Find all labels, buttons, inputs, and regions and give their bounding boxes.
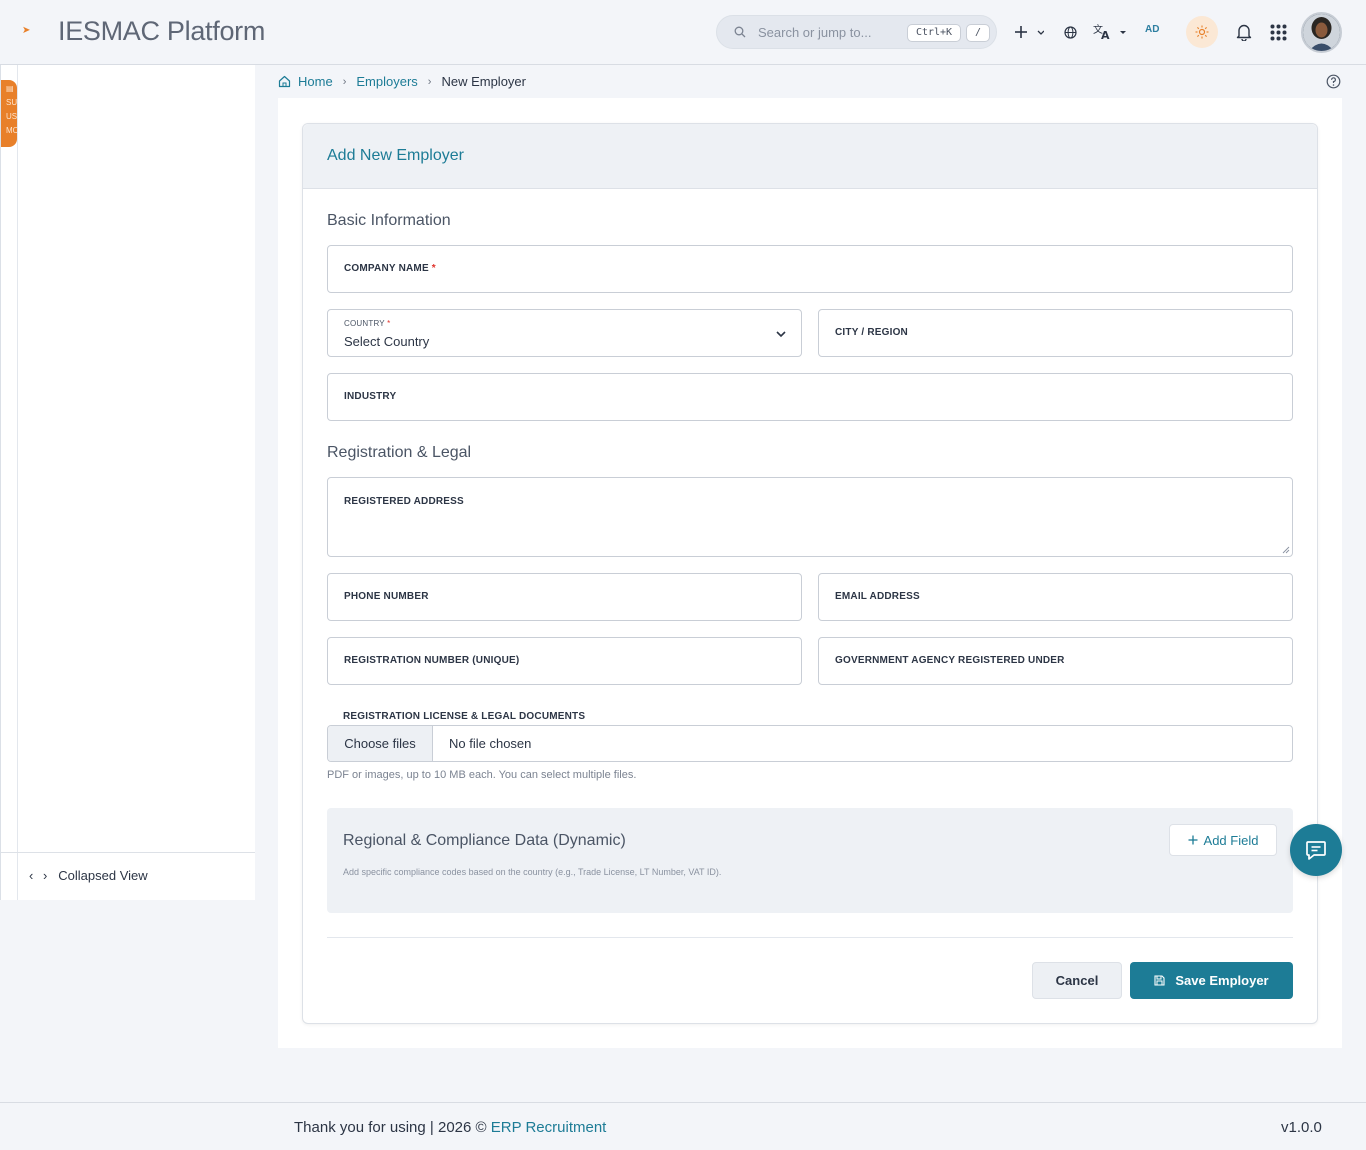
add-field-button[interactable]: Add Field <box>1169 824 1277 856</box>
app-version: v1.0.0 <box>1281 1119 1322 1136</box>
chat-icon <box>1306 841 1326 860</box>
resize-handle-icon[interactable] <box>1282 546 1290 554</box>
shortcut-ctrl-k: Ctrl+K <box>907 24 961 42</box>
sidebar-tab-text: US <box>6 112 17 121</box>
footer-link[interactable]: ERP Recruitment <box>491 1119 607 1136</box>
registration-number-label: REGISTRATION NUMBER (UNIQUE) <box>344 655 520 666</box>
city-region-label: CITY / REGION <box>835 327 908 338</box>
save-employer-button[interactable]: Save Employer <box>1130 962 1293 999</box>
sidebar-divider <box>1 852 255 853</box>
company-name-label: COMPANY NAME * <box>344 263 436 274</box>
notifications-button[interactable] <box>1232 20 1256 44</box>
breadcrumb-employers[interactable]: Employers <box>356 74 417 89</box>
section-registration-legal: Registration & Legal <box>327 444 472 461</box>
company-name-field[interactable]: COMPANY NAME * <box>327 245 1293 293</box>
choose-files-button[interactable]: Choose files <box>328 726 433 761</box>
search-icon <box>734 26 746 38</box>
section-basic-information: Basic Information <box>327 212 451 229</box>
save-icon <box>1154 975 1165 986</box>
government-agency-field[interactable]: GOVERNMENT AGENCY REGISTERED UNDER <box>818 637 1293 685</box>
plus-icon <box>1015 26 1044 38</box>
sun-icon <box>1195 25 1209 39</box>
compliance-title: Regional & Compliance Data (Dynamic) <box>343 832 626 849</box>
sidebar-tab-text: MC <box>6 126 17 135</box>
save-employer-label: Save Employer <box>1175 973 1269 988</box>
breadcrumb: Home › Employers › New Employer <box>278 74 526 89</box>
city-region-field[interactable]: CITY / REGION <box>818 309 1293 357</box>
government-agency-label: GOVERNMENT AGENCY REGISTERED UNDER <box>835 655 1065 666</box>
collapse-label: Collapsed View <box>58 868 148 883</box>
sidebar-quick-tab[interactable]: ▤ SU US MC <box>1 80 17 147</box>
chevron-right-icon: › <box>427 75 432 88</box>
email-address-field[interactable]: EMAIL ADDRESS <box>818 573 1293 621</box>
theme-toggle-button[interactable] <box>1186 16 1218 48</box>
top-header: ➤ IESMAC Platform Search or jump to... C… <box>0 0 1366 65</box>
breadcrumb-current: New Employer <box>441 74 526 89</box>
email-address-label: EMAIL ADDRESS <box>835 591 920 602</box>
apps-menu-button[interactable] <box>1266 20 1290 44</box>
logo-icon[interactable]: ➤ <box>22 26 32 36</box>
sidebar: ▤ SU US MC ‹ › Collapsed View <box>0 65 255 900</box>
translate-button[interactable]: 文A <box>1092 20 1128 44</box>
registration-number-field[interactable]: REGISTRATION NUMBER (UNIQUE) <box>327 637 802 685</box>
employer-form-card: Add New Employer Basic Information COMPA… <box>302 123 1318 1024</box>
shortcut-slash: / <box>966 24 990 42</box>
sidebar-tab-icon: ▤ <box>6 84 14 93</box>
page-footer: Thank you for using | 2026 © ERP Recruit… <box>0 1102 1366 1150</box>
collapse-view-toggle[interactable]: ‹ › Collapsed View <box>29 868 148 883</box>
chat-button[interactable] <box>1290 824 1342 876</box>
phone-number-label: PHONE NUMBER <box>344 591 429 602</box>
svg-text:A: A <box>1101 29 1110 40</box>
footer-text: Thank you for using | 2026 © ERP Recruit… <box>294 1119 607 1136</box>
user-avatar-icon <box>1303 14 1340 51</box>
industry-field[interactable]: INDUSTRY <box>327 373 1293 421</box>
plus-icon <box>1188 835 1198 845</box>
user-initials-badge[interactable]: AD <box>1145 24 1159 35</box>
file-upload-input[interactable]: Choose files No file chosen <box>327 725 1293 762</box>
search-input[interactable]: Search or jump to... <box>758 25 871 40</box>
file-status-text: No file chosen <box>449 736 532 751</box>
country-label: COUNTRY * <box>344 319 391 328</box>
sidebar-tab-text: SU <box>6 98 17 107</box>
chevron-right-icon: › <box>342 75 347 88</box>
apps-grid-icon <box>1270 24 1286 40</box>
search-bar[interactable]: Search or jump to... Ctrl+K / <box>716 15 997 49</box>
industry-label: INDUSTRY <box>344 391 397 402</box>
create-menu-button[interactable] <box>1012 20 1046 44</box>
avatar[interactable] <box>1301 12 1342 53</box>
bell-icon <box>1236 24 1252 41</box>
registered-address-label: REGISTERED ADDRESS <box>344 496 464 507</box>
help-icon[interactable] <box>1326 74 1341 89</box>
cancel-button[interactable]: Cancel <box>1032 962 1122 999</box>
home-icon <box>278 75 291 88</box>
compliance-data-panel: Regional & Compliance Data (Dynamic) Add… <box>327 808 1293 913</box>
chevron-left-right-icon: ‹ › <box>29 868 51 883</box>
breadcrumb-home[interactable]: Home <box>298 74 333 89</box>
globe-icon <box>1063 25 1077 39</box>
add-field-label: Add Field <box>1203 832 1259 848</box>
registered-address-textarea[interactable]: REGISTERED ADDRESS <box>327 477 1293 557</box>
compliance-hint: Add specific compliance codes based on t… <box>343 867 722 877</box>
card-header: Add New Employer <box>303 124 1317 189</box>
upload-hint: PDF or images, up to 10 MB each. You can… <box>327 769 637 781</box>
form-divider <box>327 937 1293 938</box>
chevron-down-icon <box>776 331 786 338</box>
translate-icon: 文A <box>1093 24 1126 40</box>
upload-label: REGISTRATION LICENSE & LEGAL DOCUMENTS <box>343 711 586 722</box>
form-title: Add New Employer <box>327 147 464 164</box>
language-button[interactable] <box>1058 20 1082 44</box>
country-select[interactable]: COUNTRY * Select Country <box>327 309 802 357</box>
phone-number-field[interactable]: PHONE NUMBER <box>327 573 802 621</box>
app-title[interactable]: IESMAC Platform <box>58 16 265 47</box>
country-selected-value: Select Country <box>344 334 430 349</box>
